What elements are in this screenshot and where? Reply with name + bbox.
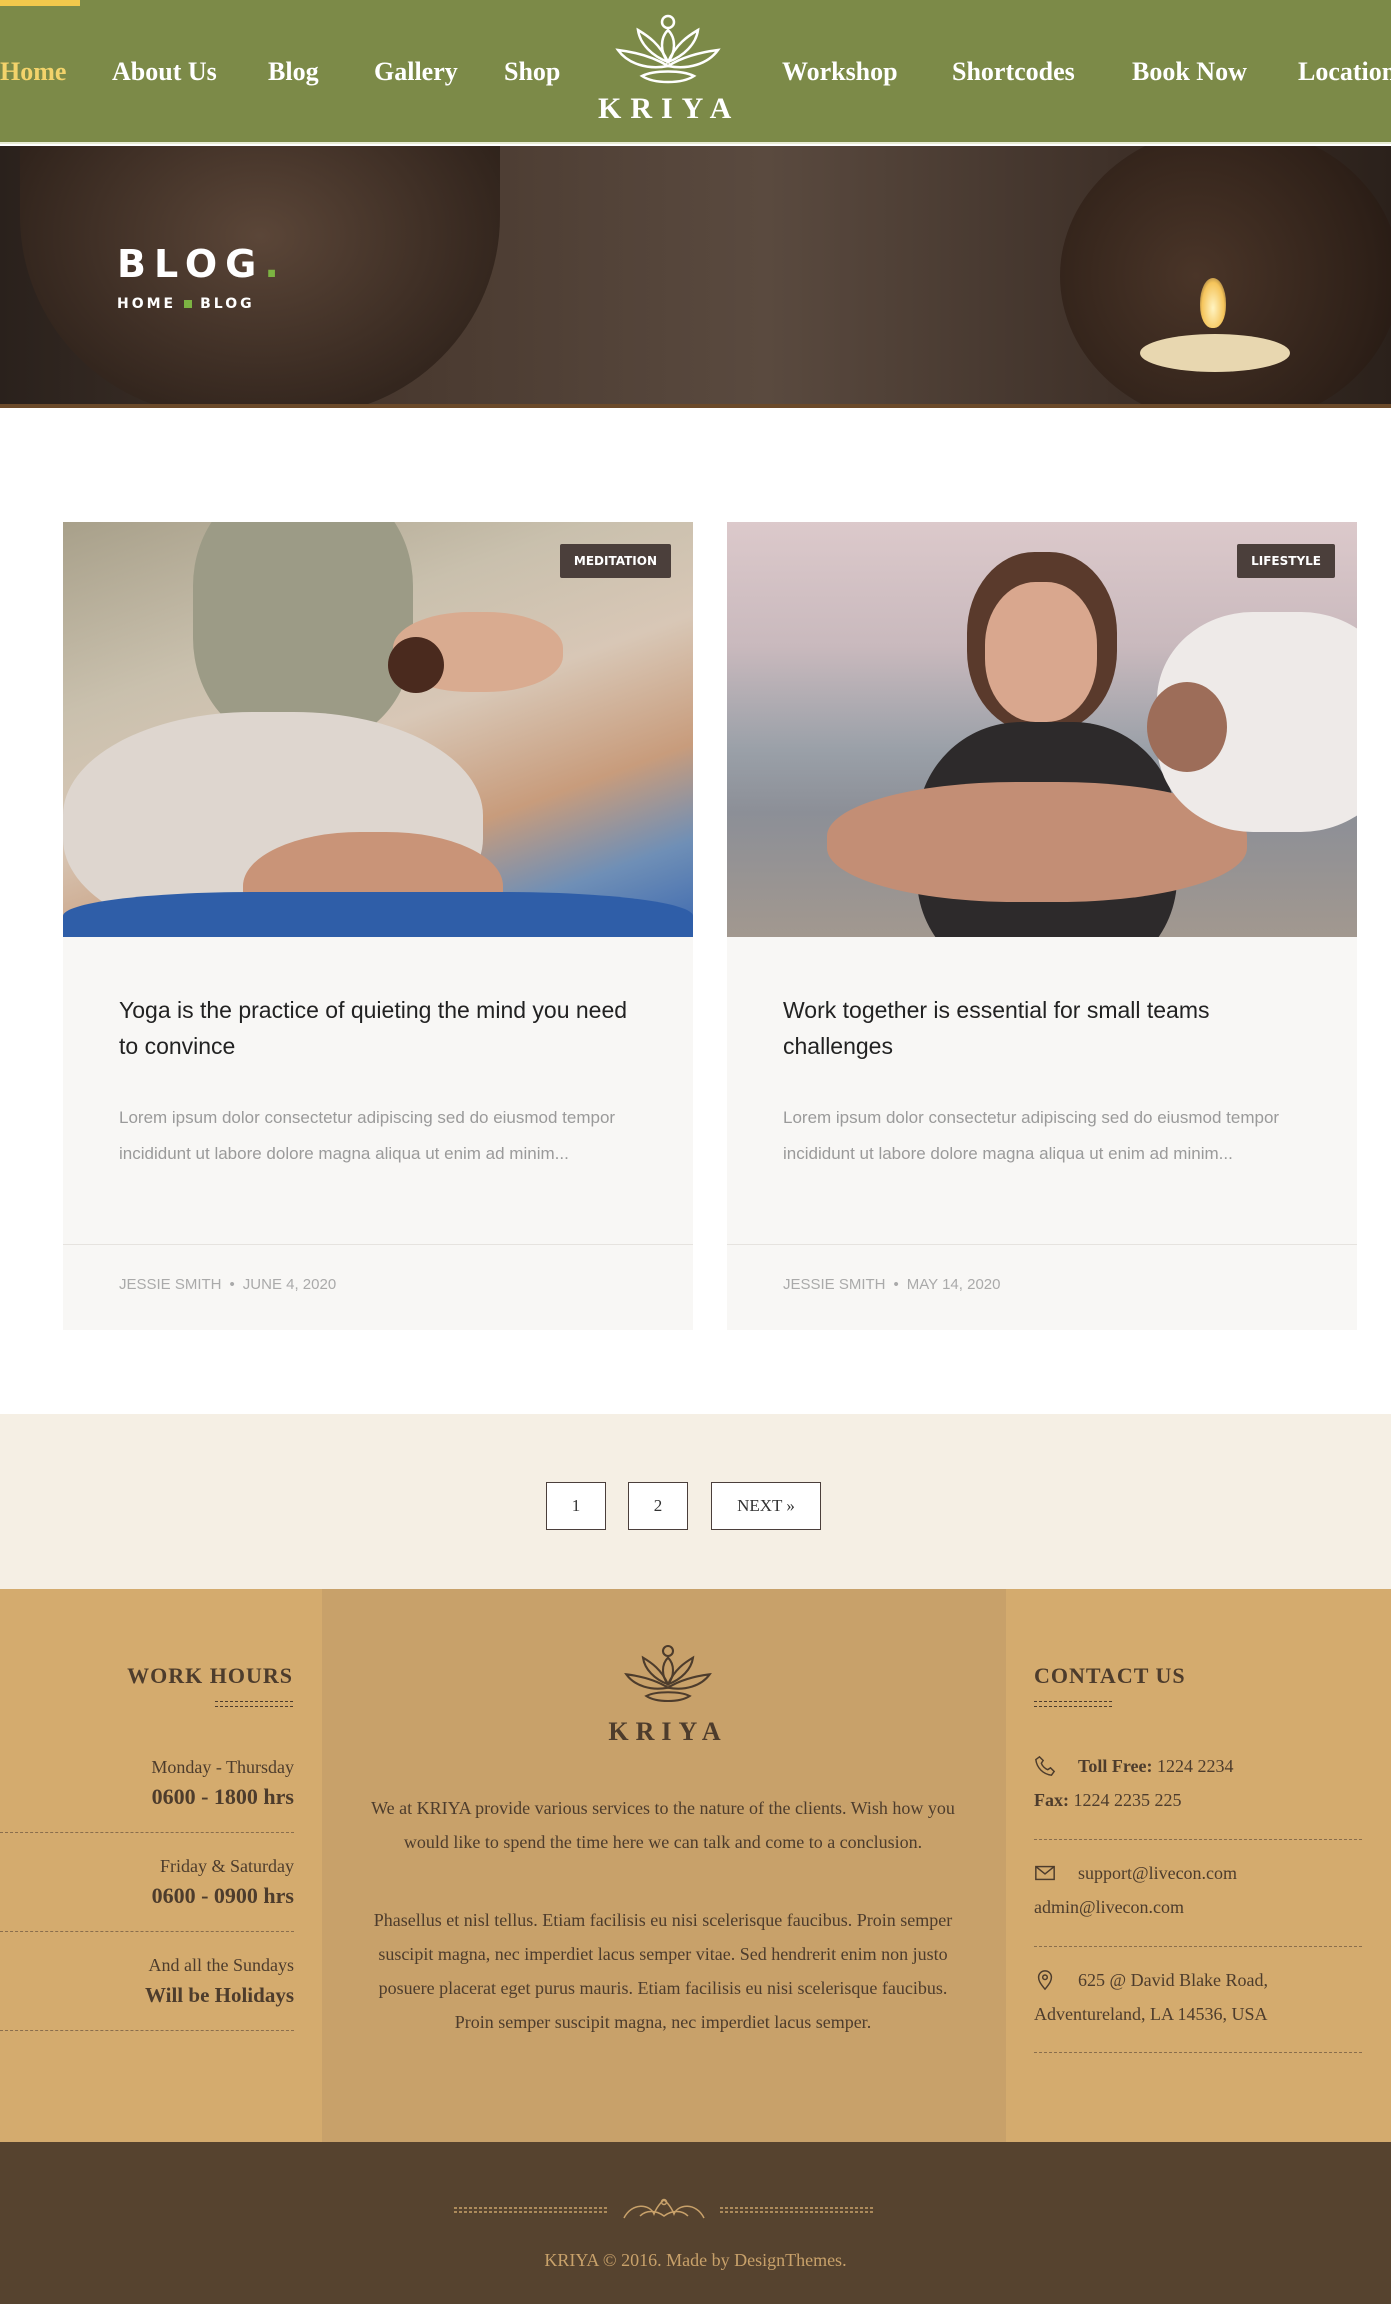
contact-email: support@livecon.com admin@livecon.com — [1034, 1856, 1364, 1924]
page-2-button[interactable]: 2 — [628, 1482, 688, 1530]
ornament-icon — [454, 2198, 874, 2219]
phone-icon — [1035, 1755, 1056, 1776]
site-logo[interactable]: KRIYA — [598, 10, 738, 134]
meta-bullet: • — [229, 1276, 235, 1293]
work-hours-row: Friday & Saturday 0600 - 0900 hrs — [152, 1852, 294, 1912]
main-navigation: Home About Us Blog Gallery Shop KRIYA Wo… — [0, 0, 1391, 144]
divider — [0, 1832, 294, 1833]
contact-phone: Toll Free: 1224 2234 Fax: 1224 2235 225 — [1034, 1749, 1364, 1817]
footer-about-text: We at KRIYA provide various services to … — [371, 1798, 955, 1852]
divider — [1034, 1839, 1362, 1840]
nav-item-home[interactable]: Home — [0, 52, 66, 92]
post-meta: JESSIE SMITH • JUNE 4, 2020 — [119, 1276, 336, 1293]
post-meta: JESSIE SMITH • MAY 14, 2020 — [783, 1276, 1000, 1293]
footer-logo-text: KRIYA — [608, 1717, 728, 1746]
post-image-meditation[interactable]: MEDITATION — [63, 522, 693, 937]
logo-text: KRIYA — [598, 92, 741, 125]
heading-underline — [1034, 1701, 1112, 1707]
divider — [0, 1931, 294, 1932]
page-title-dot: . — [264, 242, 287, 286]
blog-post-card: LIFESTYLE Work together is essential for… — [727, 522, 1357, 1330]
nav-item-workshop[interactable]: Workshop — [782, 52, 898, 92]
meta-bullet: • — [893, 1276, 899, 1293]
work-hours-time: 0600 - 1800 hrs — [151, 1784, 294, 1809]
category-badge[interactable]: MEDITATION — [559, 544, 671, 578]
breadcrumb-current: BLOG — [200, 296, 255, 312]
fax-label: Fax: — [1034, 1790, 1069, 1810]
nav-item-book-now[interactable]: Book Now — [1132, 52, 1247, 92]
post-author[interactable]: JESSIE SMITH — [783, 1276, 886, 1293]
nav-item-location[interactable]: Location — [1298, 52, 1391, 92]
post-excerpt: Lorem ipsum dolor consectetur adipiscing… — [119, 1108, 616, 1163]
footer-about-text: Phasellus et nisl tellus. Etiam facilisi… — [373, 1910, 953, 2032]
post-excerpt: Lorem ipsum dolor consectetur adipiscing… — [783, 1108, 1280, 1163]
hero-flame-image — [1200, 278, 1226, 328]
nav-item-shortcodes[interactable]: Shortcodes — [952, 52, 1075, 92]
category-badge[interactable]: LIFESTYLE — [1237, 544, 1335, 578]
pagination-section: 1 2 NEXT » — [0, 1414, 1391, 1589]
page-1-button[interactable]: 1 — [546, 1482, 606, 1530]
breadcrumb: HOME BLOG — [117, 296, 255, 312]
nav-item-about-us[interactable]: About Us — [112, 52, 217, 92]
page-hero-banner: BLOG. HOME BLOG — [0, 146, 1391, 408]
contact-address: 625 @ David Blake Road, Adventureland, L… — [1034, 1963, 1364, 2031]
envelope-icon — [1035, 1865, 1055, 1881]
card-divider — [727, 1244, 1357, 1245]
toll-free-number[interactable]: 1224 2234 — [1157, 1756, 1234, 1776]
email-admin-link[interactable]: admin@livecon.com — [1034, 1897, 1184, 1917]
post-author[interactable]: JESSIE SMITH — [119, 1276, 222, 1293]
blog-post-card: MEDITATION Yoga is the practice of quiet… — [63, 522, 693, 1330]
work-hours-heading: WORK HOURS — [127, 1663, 293, 1688]
work-hours-day: Monday - Thursday — [151, 1757, 294, 1777]
card-divider — [63, 1244, 693, 1245]
heading-underline — [215, 1701, 293, 1707]
work-hours-row: And all the Sundays Will be Holidays — [145, 1951, 294, 2011]
copyright-text: KRIYA © 2016. Made by DesignThemes. — [544, 2250, 847, 2270]
breadcrumb-home-link[interactable]: HOME — [117, 296, 176, 312]
footer-bottom-bar: KRIYA © 2016. Made by DesignThemes. — [0, 2142, 1391, 2304]
hero-bottom-border — [0, 404, 1391, 408]
divider — [1034, 2052, 1362, 2053]
post-title[interactable]: Work together is essential for small tea… — [783, 992, 1303, 1064]
nav-item-shop[interactable]: Shop — [504, 52, 560, 92]
nav-item-blog[interactable]: Blog — [268, 52, 319, 92]
post-date[interactable]: JUNE 4, 2020 — [243, 1276, 336, 1293]
footer-logo[interactable]: KRIYA — [598, 1641, 738, 1747]
post-title[interactable]: Yoga is the practice of quieting the min… — [119, 992, 639, 1064]
address-line-1: 625 @ David Blake Road, — [1078, 1970, 1269, 1990]
work-hours-time: Will be Holidays — [145, 1983, 294, 2007]
fax-number: 1224 2235 225 — [1073, 1790, 1182, 1810]
map-pin-icon — [1037, 1970, 1053, 1991]
toll-free-label: Toll Free: — [1078, 1756, 1153, 1776]
page-title: BLOG. — [117, 242, 287, 286]
post-date[interactable]: MAY 14, 2020 — [907, 1276, 1001, 1293]
address-line-2: Adventureland, LA 14536, USA — [1034, 2004, 1268, 2024]
breadcrumb-separator — [184, 299, 193, 308]
work-hours-day: And all the Sundays — [148, 1955, 295, 1975]
post-image-lifestyle[interactable]: LIFESTYLE — [727, 522, 1357, 937]
hero-candle-image — [1140, 334, 1290, 372]
divider — [1034, 1946, 1362, 1947]
email-support-link[interactable]: support@livecon.com — [1078, 1863, 1237, 1883]
next-page-button[interactable]: NEXT » — [711, 1482, 821, 1530]
lotus-logo-icon — [624, 1644, 712, 1703]
page-title-text: BLOG — [117, 242, 265, 286]
divider — [0, 2030, 294, 2031]
nav-item-gallery[interactable]: Gallery — [374, 52, 458, 92]
lotus-logo-icon — [615, 14, 721, 84]
contact-us-heading: CONTACT US — [1034, 1663, 1186, 1688]
site-footer: WORK HOURS Monday - Thursday 0600 - 1800… — [0, 1589, 1391, 2142]
active-indicator — [0, 0, 80, 6]
work-hours-day: Friday & Saturday — [160, 1856, 294, 1876]
work-hours-row: Monday - Thursday 0600 - 1800 hrs — [151, 1753, 294, 1813]
work-hours-time: 0600 - 0900 hrs — [151, 1883, 294, 1908]
